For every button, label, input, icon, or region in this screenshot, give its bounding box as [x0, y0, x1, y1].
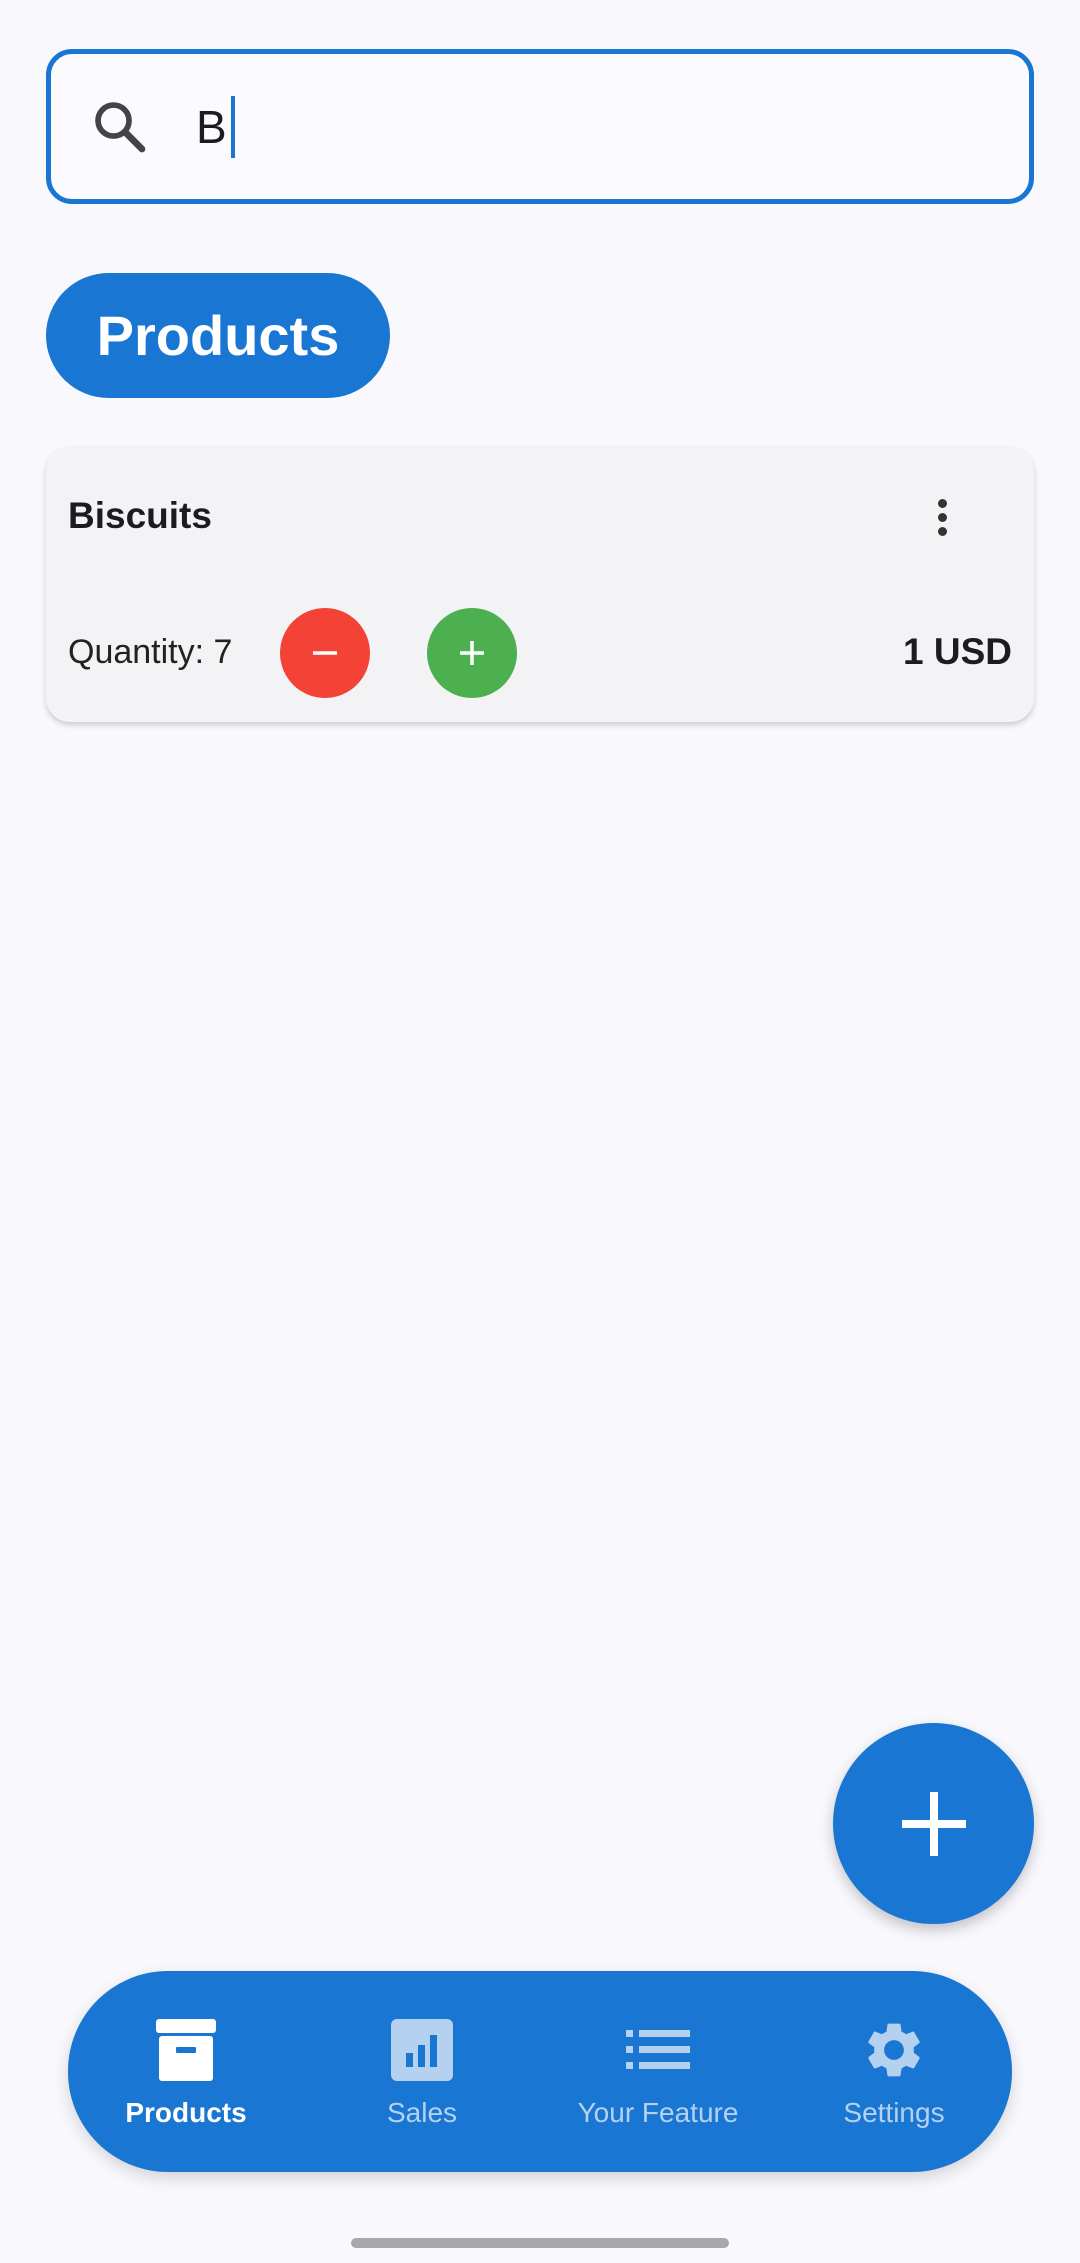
search-icon	[89, 96, 151, 158]
add-product-button[interactable]	[833, 1723, 1034, 1924]
gear-icon	[859, 2015, 929, 2085]
product-price: 1 USD	[903, 631, 1012, 672]
decrease-quantity-button[interactable]	[280, 608, 370, 698]
products-filter-chip-label: Products	[96, 304, 340, 367]
search-input-value: B	[196, 100, 227, 153]
product-name: Biscuits	[68, 495, 212, 536]
product-card[interactable]: Biscuits Quantity: 7 1 USD	[46, 447, 1034, 722]
list-icon	[623, 2015, 693, 2085]
text-cursor	[230, 95, 235, 158]
nav-item-sales[interactable]: Sales	[304, 1971, 540, 2172]
product-quantity: Quantity: 7	[68, 633, 233, 671]
nav-item-settings[interactable]: Settings	[776, 1971, 1012, 2172]
search-field[interactable]: B	[46, 49, 1034, 204]
nav-item-label: Products	[125, 2097, 247, 2128]
products-screen: B Products Biscuits Quantity: 7 1 USD Pr…	[0, 0, 1080, 2263]
minus-icon	[313, 651, 337, 655]
nav-item-label: Settings	[843, 2097, 945, 2128]
products-filter-chip[interactable]: Products	[46, 273, 390, 398]
nav-item-products[interactable]: Products	[68, 1971, 304, 2172]
nav-item-your-feature[interactable]: Your Feature	[540, 1971, 776, 2172]
nav-item-label: Your Feature	[577, 2097, 739, 2128]
bar-chart-icon	[387, 2015, 457, 2085]
bottom-navigation: Products Sales Your Feature Settings	[68, 1971, 1012, 2172]
add-icon	[901, 1791, 966, 1856]
plus-icon	[460, 641, 484, 665]
home-indicator[interactable]	[351, 2238, 729, 2248]
inventory-box-icon	[151, 2015, 221, 2085]
search-input[interactable]: B	[196, 95, 235, 158]
increase-quantity-button[interactable]	[427, 608, 517, 698]
more-options-icon[interactable]	[912, 487, 972, 547]
nav-item-label: Sales	[386, 2097, 458, 2128]
